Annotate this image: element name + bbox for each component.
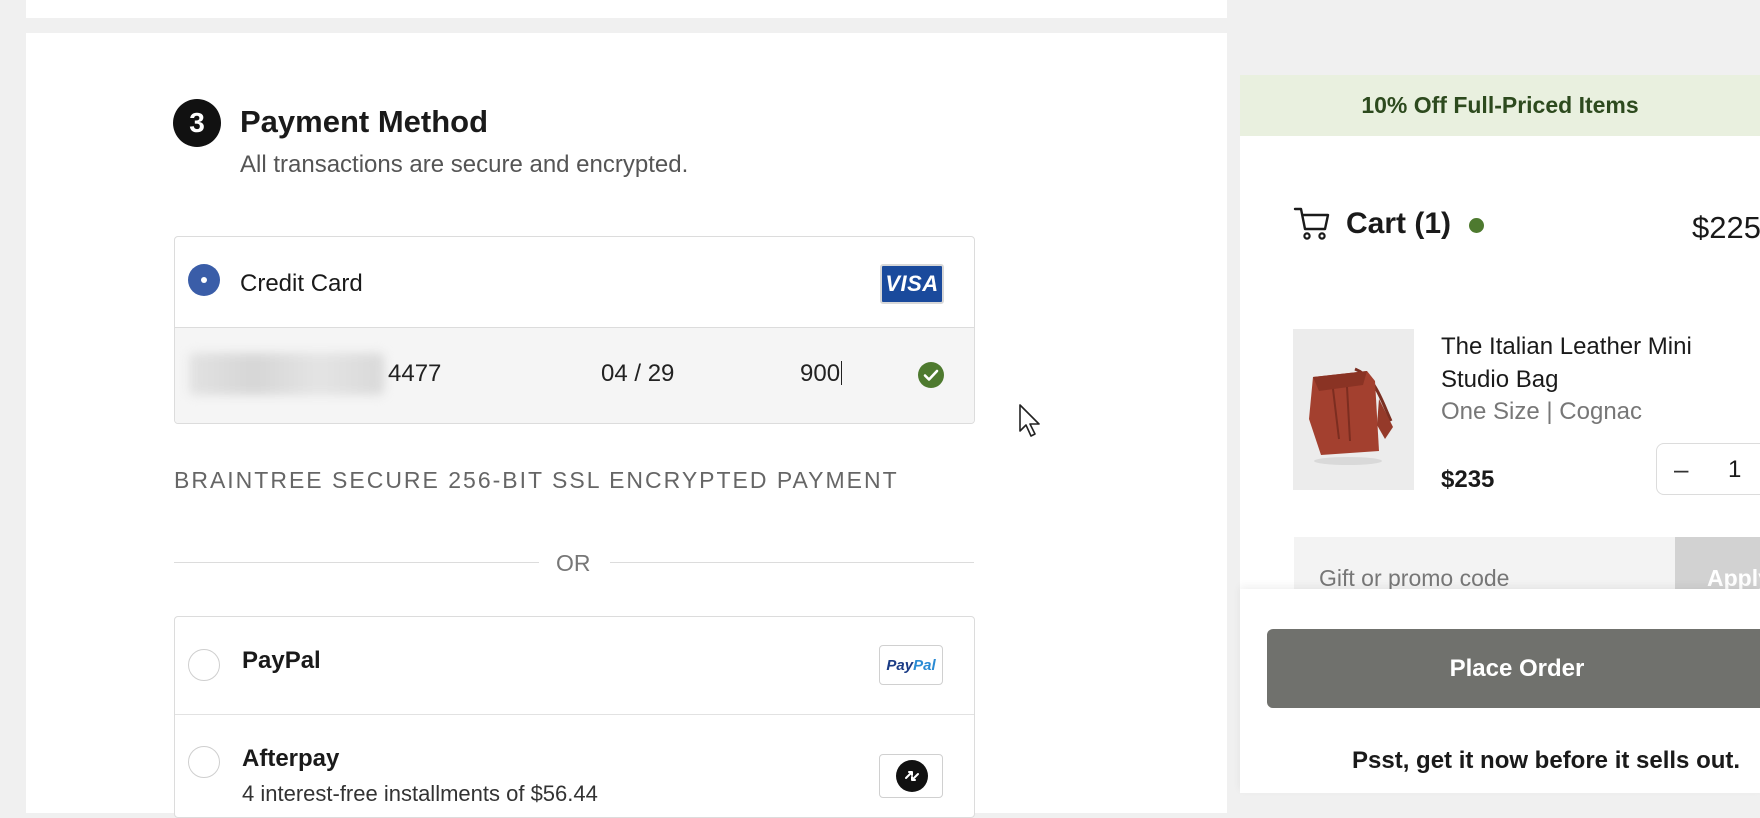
section-subtitle: All transactions are secure and encrypte…	[240, 151, 689, 178]
paypal-logo-icon: Pay Pal	[879, 645, 943, 685]
afterpay-mark	[896, 760, 928, 792]
cart-icon	[1293, 205, 1331, 246]
alternative-payment-options: PayPal Pay Pal Afterpay 4 interest-free i…	[174, 616, 975, 818]
afterpay-logo-icon	[879, 754, 943, 798]
apply-promo-label: Apply	[1707, 565, 1760, 591]
card-expiry-field[interactable]: 04 / 29	[601, 360, 674, 388]
product-image[interactable]	[1293, 329, 1414, 490]
visa-logo-icon: VISA	[880, 264, 944, 304]
card-number-masked[interactable]	[189, 353, 384, 395]
place-order-button[interactable]: Place Order	[1267, 629, 1760, 708]
paypal-logo-text-2: Pal	[913, 656, 936, 674]
credit-card-radio[interactable]	[188, 264, 220, 296]
card-cvv-value: 900	[800, 360, 841, 387]
card-cvv-field[interactable]: 900	[800, 360, 843, 388]
credit-card-row[interactable]: Credit Card VISA	[175, 237, 974, 327]
product-variant: One Size | Cognac	[1441, 398, 1643, 425]
product-name[interactable]: The Italian Leather Mini Studio Bag	[1441, 330, 1760, 396]
afterpay-label: Afterpay	[242, 745, 340, 772]
product-name-line-2: Studio Bag	[1441, 366, 1559, 393]
product-price: $235	[1441, 466, 1495, 493]
paypal-radio[interactable]	[188, 649, 220, 681]
section-title: Payment Method	[240, 104, 489, 139]
credit-card-option: Credit Card VISA 4477 04 / 29 900	[174, 236, 975, 424]
previous-section-card	[26, 0, 1227, 18]
promo-code-input[interactable]: Gift or promo code	[1294, 537, 1675, 591]
step-number-badge: 3	[173, 99, 221, 147]
apply-promo-button[interactable]: Apply	[1675, 537, 1760, 591]
promo-banner-text: 10% Off Full-Priced Items	[1361, 92, 1639, 118]
afterpay-installments-text: 4 interest-free installments of $56.44	[242, 781, 598, 806]
urgency-message: Psst, get it now before it sells out.	[1352, 747, 1741, 774]
check-circle-icon	[918, 362, 944, 388]
credit-card-label: Credit Card	[240, 270, 363, 297]
afterpay-radio[interactable]	[188, 746, 220, 778]
afterpay-option[interactable]: Afterpay 4 interest-free installments of…	[175, 714, 974, 812]
card-fields-row: 4477 04 / 29 900	[175, 327, 974, 423]
divider-right	[610, 562, 974, 563]
decrease-quantity-button[interactable]: –	[1674, 454, 1688, 485]
divider-left	[174, 562, 539, 563]
secure-payment-note: BRAINTREE SECURE 256-BIT SSL ENCRYPTED P…	[174, 467, 899, 493]
promo-banner: 10% Off Full-Priced Items	[1240, 75, 1760, 136]
cart-status-dot	[1469, 218, 1484, 233]
visa-logo-text: VISA	[885, 271, 939, 296]
cart-total: $225	[1692, 210, 1760, 245]
mouse-cursor-icon	[1018, 403, 1044, 444]
text-cursor	[841, 361, 843, 385]
card-number-last4[interactable]: 4477	[388, 360, 441, 388]
product-name-line-1: The Italian Leather Mini	[1441, 333, 1692, 360]
paypal-option[interactable]: PayPal Pay Pal	[175, 617, 974, 714]
paypal-logo-text-1: Pay	[886, 656, 914, 674]
quantity-stepper: – 1	[1656, 443, 1760, 495]
step-number: 3	[189, 107, 205, 138]
promo-code-placeholder: Gift or promo code	[1319, 565, 1510, 591]
or-divider-text: OR	[556, 550, 591, 576]
cart-title: Cart (1)	[1346, 207, 1452, 240]
paypal-label: PayPal	[242, 647, 321, 674]
quantity-value[interactable]: 1	[1728, 456, 1741, 484]
